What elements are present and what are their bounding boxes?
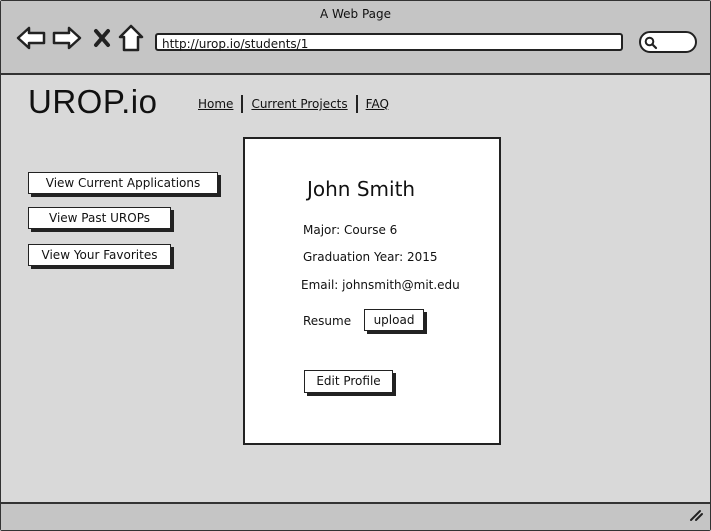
profile-card: John Smith Major: Course 6 Graduation Ye…	[243, 137, 501, 445]
nav-divider	[241, 95, 244, 113]
browser-window: A Web Page http://urop.io/students/1 URO…	[0, 0, 711, 531]
site-logo: UROP.io	[28, 83, 158, 120]
search-box[interactable]	[639, 31, 697, 53]
view-past-urops-button[interactable]: View Past UROPs	[28, 207, 171, 229]
nav-link-faq[interactable]: FAQ	[366, 97, 389, 111]
close-x-icon[interactable]	[91, 23, 113, 53]
forward-arrow-icon[interactable]	[51, 23, 83, 53]
url-bar[interactable]: http://urop.io/students/1	[155, 33, 623, 51]
browser-chrome: A Web Page http://urop.io/students/1	[1, 1, 710, 75]
edit-profile-button[interactable]: Edit Profile	[304, 370, 393, 393]
nav-link-current-projects[interactable]: Current Projects	[251, 97, 347, 111]
student-name: John Smith	[307, 177, 416, 201]
top-nav: Home Current Projects FAQ	[198, 95, 389, 113]
email-text: Email: johnsmith@mit.edu	[301, 278, 460, 292]
major-text: Major: Course 6	[303, 223, 398, 237]
window-title: A Web Page	[319, 7, 392, 21]
graduation-year-text: Graduation Year: 2015	[303, 250, 438, 264]
status-bar	[1, 502, 710, 530]
view-your-favorites-button[interactable]: View Your Favorites	[28, 244, 171, 266]
nav-link-home[interactable]: Home	[198, 97, 233, 111]
resize-grip-icon[interactable]	[688, 507, 704, 526]
view-current-applications-button[interactable]: View Current Applications	[28, 172, 218, 194]
nav-divider	[355, 95, 358, 113]
search-icon	[644, 36, 658, 50]
resume-label: Resume	[303, 314, 352, 328]
back-arrow-icon[interactable]	[15, 23, 47, 53]
home-icon[interactable]	[117, 23, 145, 53]
resume-upload-button[interactable]: upload	[364, 309, 424, 331]
